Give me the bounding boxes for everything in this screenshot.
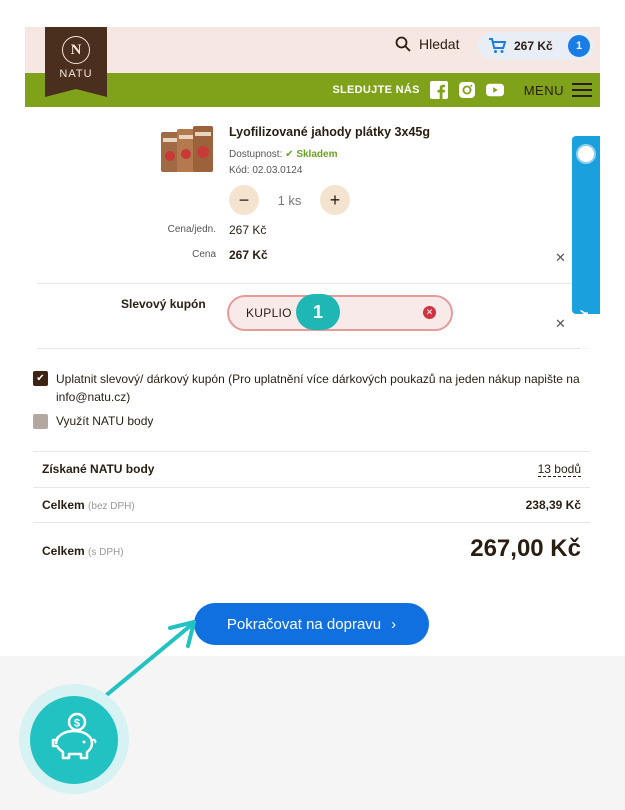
piggy-bank-icon: $	[30, 696, 118, 784]
checkmark-icon: ✔	[285, 149, 294, 160]
product-code: Kód: 02.03.0124	[229, 165, 303, 176]
nav-bar: SLEDUJTE NÁS MENU	[25, 73, 600, 107]
gross-total-sub: (s DPH)	[88, 547, 124, 558]
search-button[interactable]: Hledat	[395, 36, 459, 52]
remove-coupon-icon[interactable]: ✕	[555, 316, 566, 332]
cart-total: 267 Kč	[514, 39, 553, 53]
menu-label[interactable]: MENU	[524, 83, 564, 98]
unit-price-label: Cena/jedn.	[167, 224, 216, 235]
product-name[interactable]: Lyofilizované jahody plátky 3x45g	[229, 125, 430, 139]
divider	[33, 522, 590, 523]
availability: Dostupnost: ✔ Skladem	[229, 149, 337, 160]
availability-value: Skladem	[296, 149, 338, 160]
price-value: 267 Kč	[229, 248, 268, 262]
cart-icon	[489, 38, 506, 53]
net-total-label-text: Celkem	[42, 498, 85, 512]
svg-text:$: $	[74, 718, 80, 730]
chevron-right-icon: ›	[391, 615, 397, 633]
divider	[37, 283, 587, 284]
gross-total-value: 267,00 Kč	[470, 535, 581, 562]
divider	[33, 451, 590, 452]
verified-seal-icon	[576, 144, 596, 164]
availability-label: Dostupnost:	[229, 149, 283, 160]
verified-reviews-tab[interactable]: OVĚŘENO ZÁKAZNÍKY	[572, 136, 600, 436]
leaf-n-icon: N	[62, 36, 90, 64]
net-total-label: Celkem (bez DPH)	[42, 498, 135, 512]
net-total-value: 238,39 Kč	[525, 498, 581, 512]
coupon-value[interactable]: KUPLIO	[246, 306, 292, 320]
continue-label: Pokračovat na dopravu	[226, 615, 382, 633]
use-points-checkbox[interactable]	[33, 414, 48, 429]
gross-total-label: Celkem (s DPH)	[42, 544, 124, 558]
facebook-icon[interactable]	[429, 81, 448, 99]
coupon-label: Slevový kupón	[121, 297, 206, 311]
continue-to-shipping-button[interactable]: Pokračovat na dopravu ›	[194, 603, 429, 645]
increase-quantity-button[interactable]: +	[320, 185, 350, 215]
apply-coupon-label[interactable]: Uplatnit slevový/ dárkový kupón (Pro upl…	[56, 370, 596, 406]
top-strip	[0, 0, 625, 8]
step-badge: 1	[296, 294, 340, 330]
product-image[interactable]	[159, 124, 215, 176]
cart-button[interactable]: 267 Kč 1	[478, 32, 594, 60]
remove-product-icon[interactable]: ✕	[555, 250, 566, 266]
natu-logo[interactable]: N NATU	[45, 27, 107, 97]
hamburger-menu-icon[interactable]	[572, 83, 592, 97]
instagram-icon[interactable]	[458, 81, 476, 99]
verified-reviews-label: OVĚŘENO ZÁKAZNÍKY	[579, 309, 591, 436]
divider	[37, 348, 587, 349]
quantity-stepper: − 1 ks +	[229, 185, 350, 215]
cart-count-badge: 1	[568, 35, 590, 57]
use-points-label[interactable]: Využít NATU body	[56, 414, 153, 428]
decrease-quantity-button[interactable]: −	[229, 185, 259, 215]
youtube-icon[interactable]	[485, 81, 504, 99]
brand-name: NATU	[59, 68, 93, 80]
follow-label: SLEDUJTE NÁS	[332, 84, 420, 96]
search-label: Hledat	[419, 36, 460, 52]
quantity-value[interactable]: 1 ks	[259, 193, 320, 208]
points-label: Získané NATU body	[42, 462, 155, 476]
net-total-sub: (bez DPH)	[88, 501, 135, 512]
unit-price-value: 267 Kč	[229, 223, 267, 237]
price-label: Cena	[192, 249, 216, 260]
search-icon	[395, 36, 411, 52]
divider	[33, 487, 590, 488]
clear-coupon-icon[interactable]: ✕	[423, 306, 436, 319]
apply-coupon-checkbox[interactable]: ✔	[33, 371, 48, 386]
points-value[interactable]: 13 bodů	[537, 462, 581, 477]
gross-total-label-text: Celkem	[42, 544, 85, 558]
